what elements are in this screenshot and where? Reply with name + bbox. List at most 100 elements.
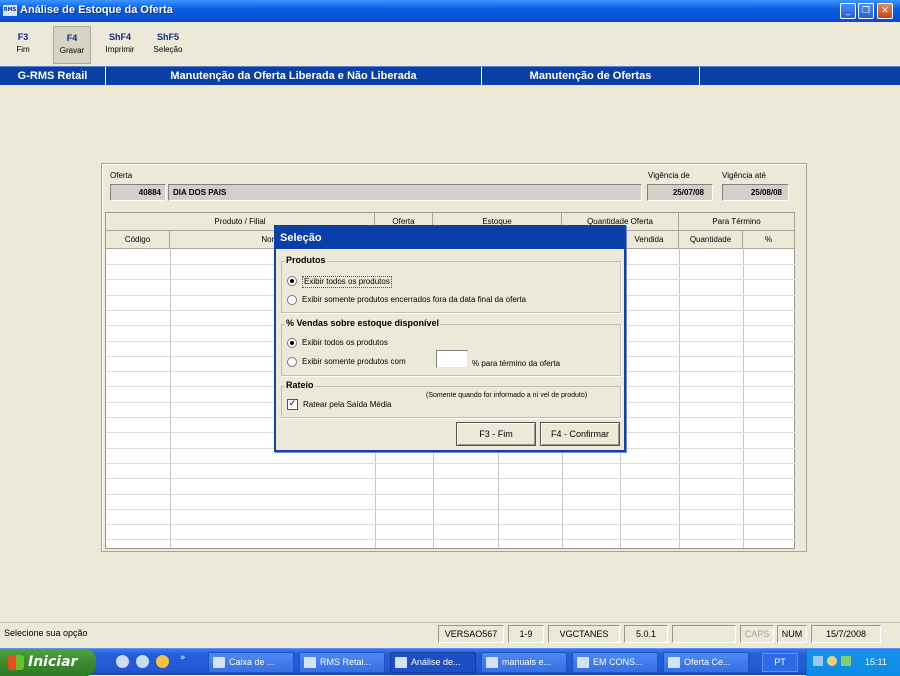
percent-input[interactable]: [436, 350, 468, 368]
grid-row-line: [106, 539, 795, 540]
close-button[interactable]: ✕: [877, 3, 893, 19]
grid-col-header[interactable]: Código: [106, 231, 170, 249]
tab-manutencao-ofertas[interactable]: Manutenção de Ofertas: [482, 67, 700, 85]
oferta-label: Oferta: [110, 171, 133, 180]
taskbar-item-label: EM CONS...: [593, 657, 643, 667]
restore-button[interactable]: ❐: [858, 3, 874, 19]
network-icon[interactable]: [813, 656, 823, 666]
key-label: F3: [17, 32, 29, 42]
key-label: F4: [66, 33, 78, 43]
status-message: Selecione sua opção: [4, 628, 88, 638]
fim-button[interactable]: F3 - Fim: [456, 422, 536, 446]
radio-vendas-todos[interactable]: [287, 338, 297, 348]
module-bar: G-RMS Retail Manutenção da Oferta Libera…: [0, 66, 900, 85]
app-icon: [577, 657, 589, 668]
ie-icon[interactable]: [116, 655, 129, 668]
produtos-group-title: Produtos: [285, 255, 327, 266]
grid-row-line: [106, 478, 795, 479]
app-icon: [486, 657, 498, 668]
status-user: VGCTANES: [548, 625, 620, 643]
language-indicator[interactable]: PT: [762, 653, 798, 672]
vigencia-ate-label: Vigência até: [722, 171, 766, 180]
rateio-note: (Somente quando for informado a ní vel d…: [426, 392, 588, 399]
taskbar-item[interactable]: Caixa de ...: [208, 652, 294, 673]
grid-group-header: Para Término: [679, 213, 795, 231]
ratear-checkbox-label[interactable]: Ratear pela Saída Média: [303, 400, 392, 410]
ratear-checkbox[interactable]: ✓: [287, 399, 298, 410]
f3-fim-button[interactable]: F3 Fim: [6, 26, 40, 64]
oferta-code-field: 40884: [110, 184, 166, 201]
key-caption: Gravar: [59, 46, 85, 55]
radio-encerrados-fora[interactable]: [287, 295, 297, 305]
grid-column-line: [170, 248, 171, 548]
radio-vendas-somente[interactable]: [287, 357, 297, 367]
grid-col-header[interactable]: Quantidade: [679, 231, 743, 249]
selection-dialog: Seleção Produtos Exibir todos os produto…: [274, 225, 626, 452]
vigencia-ate-field: 25/08/08: [722, 184, 789, 201]
taskbar-item-label: Análise de...: [411, 657, 461, 667]
radio-todos-produtos[interactable]: [287, 276, 297, 286]
security-icon[interactable]: [841, 656, 851, 666]
minimize-button[interactable]: _: [840, 3, 856, 19]
grid-row-line: [106, 509, 795, 510]
key-caption: Imprimir: [105, 45, 135, 54]
taskbar-item[interactable]: manuais e...: [481, 652, 567, 673]
shf5-selecao-button[interactable]: ShF5 Seleção: [148, 26, 188, 64]
title-bar: RMS Análise de Estoque da Oferta _ ❐ ✕: [0, 0, 900, 22]
status-bar: Selecione sua opção VERSAO567 1-9 VGCTAN…: [0, 622, 900, 644]
media-icon[interactable]: [156, 655, 169, 668]
taskbar-item-label: RMS Retai...: [320, 657, 372, 667]
taskbar-item[interactable]: RMS Retai...: [299, 652, 385, 673]
taskbar-item[interactable]: EM CONS...: [572, 652, 658, 673]
ie-icon[interactable]: [136, 655, 149, 668]
taskbar-item[interactable]: Oferta Ce...: [663, 652, 749, 673]
taskbar: Iniciar » Caixa de ... RMS Retai... Anál…: [0, 648, 900, 676]
percent-suffix-label: % para término da oferta: [472, 359, 561, 368]
grid-row-line: [106, 494, 795, 495]
taskbar-item-label: Oferta Ce...: [684, 657, 731, 667]
tab-grms-retail[interactable]: G-RMS Retail: [0, 67, 106, 85]
status-page: 1-9: [508, 625, 544, 643]
grid-row-line: [106, 524, 795, 525]
radio-vendas-todos-label[interactable]: Exibir todos os produtos: [302, 338, 388, 348]
clock[interactable]: 15:11: [865, 649, 887, 675]
status-versao: VERSAO567: [438, 625, 504, 643]
windows-logo-icon: [8, 655, 24, 670]
window-title: Análise de Estoque da Oferta: [20, 4, 173, 16]
volume-icon[interactable]: [827, 656, 837, 666]
radio-vendas-somente-label[interactable]: Exibir somente produtos com: [302, 357, 406, 367]
app-icon: RMS: [3, 5, 17, 16]
taskbar-item-active[interactable]: Análise de...: [390, 652, 476, 673]
key-caption: Seleção: [153, 45, 183, 54]
status-num: NUM: [777, 625, 807, 643]
grid-col-header[interactable]: %: [743, 231, 795, 249]
oferta-description-field: DIA DOS PAIS: [168, 184, 642, 201]
app-icon: [395, 657, 407, 668]
status-empty: [672, 625, 736, 643]
key-label: ShF4: [108, 32, 131, 42]
confirmar-button[interactable]: F4 - Confirmar: [540, 422, 620, 446]
grid-row-line: [106, 463, 795, 464]
tab-manutencao-oferta[interactable]: Manutenção da Oferta Liberada e Não Libe…: [106, 67, 482, 85]
status-caps: CAPS: [740, 625, 774, 643]
radio-todos-produtos-label[interactable]: Exibir todos os produtos: [302, 276, 392, 288]
status-date: 15/7/2008: [811, 625, 881, 643]
app-icon: [668, 657, 680, 668]
chevron-right-icon[interactable]: »: [180, 653, 186, 663]
taskbar-item-label: Caixa de ...: [229, 657, 275, 667]
app-icon: [213, 657, 225, 668]
system-tray: 15:11: [806, 649, 900, 676]
shf4-imprimir-button[interactable]: ShF4 Imprimir: [100, 26, 140, 64]
grid-col-header[interactable]: Vendida: [620, 231, 679, 249]
vigencia-de-label: Vigência de: [648, 171, 690, 180]
radio-encerrados-fora-label[interactable]: Exibir somente produtos encerrados fora …: [302, 295, 526, 305]
rateio-group-title: Rateio: [285, 380, 315, 391]
taskbar-item-label: manuais e...: [502, 657, 552, 667]
grid-column-line: [743, 248, 744, 548]
status-version: 5.0.1: [624, 625, 668, 643]
grid-column-line: [679, 248, 680, 548]
vendas-group-title: % Vendas sobre estoque disponível: [285, 318, 441, 329]
app-icon: [304, 657, 316, 668]
f4-gravar-button[interactable]: F4 Gravar: [53, 26, 91, 64]
key-caption: Fim: [16, 45, 30, 54]
